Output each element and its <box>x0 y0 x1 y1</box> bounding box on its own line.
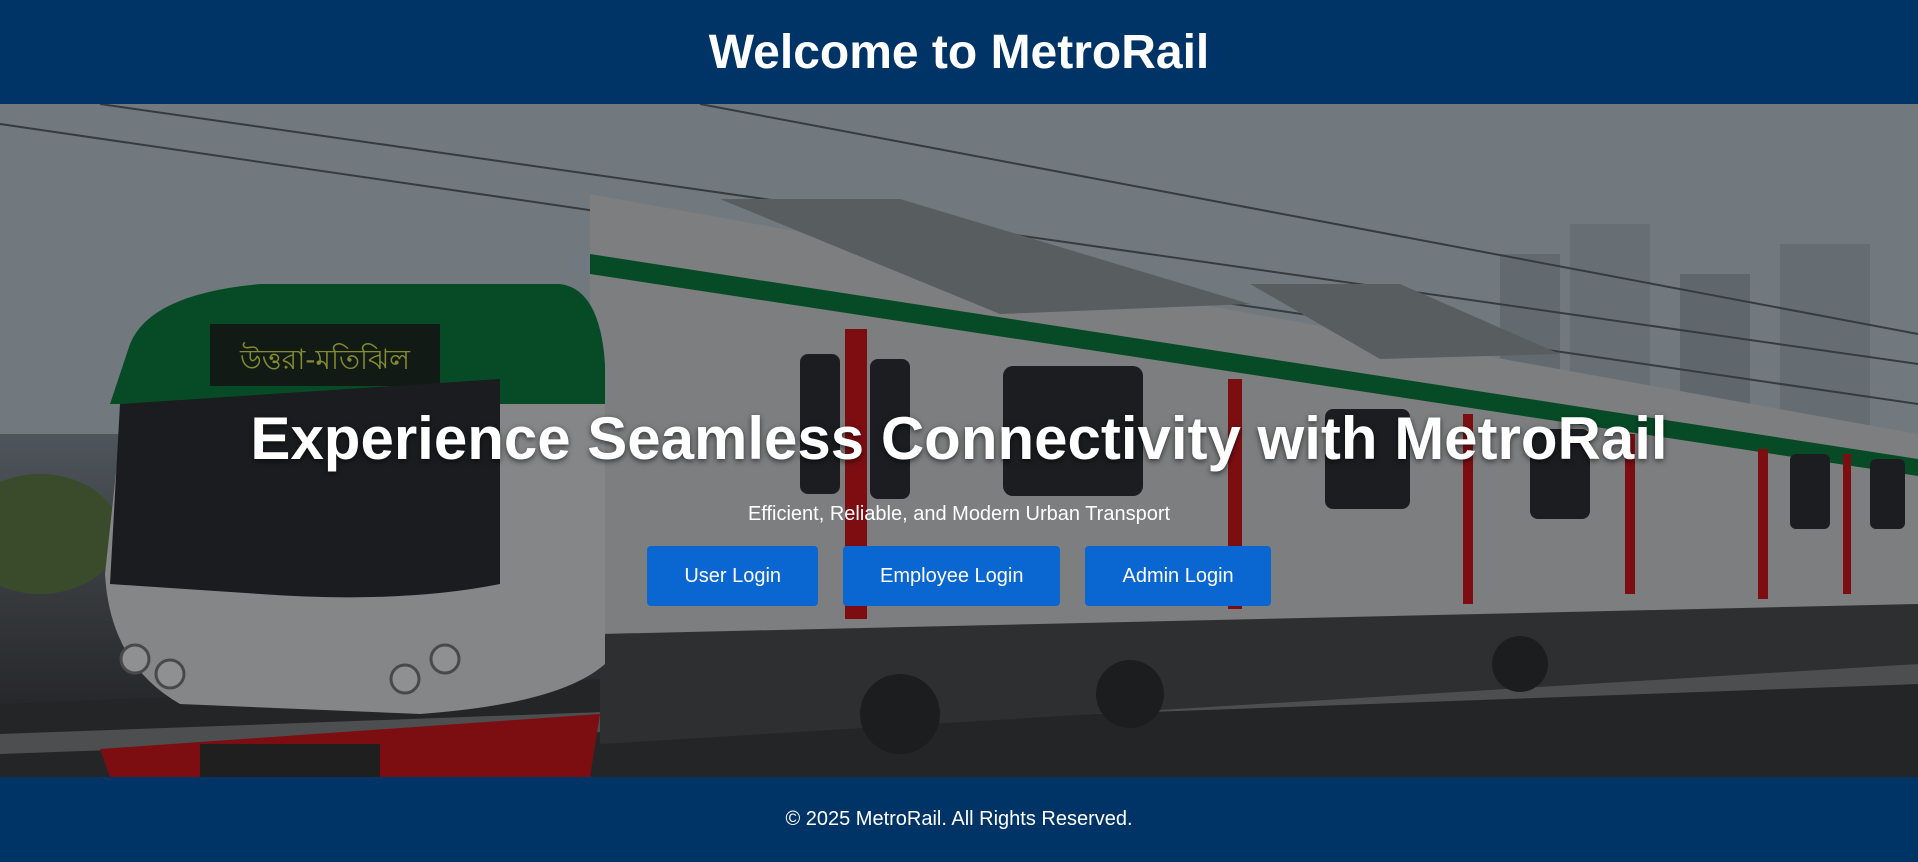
site-title: Welcome to MetroRail <box>708 25 1210 79</box>
hero-subtitle: Efficient, Reliable, and Modern Urban Tr… <box>747 503 1171 525</box>
login-button-group: User Login Employee Login Admin Login <box>0 546 1918 606</box>
hero-title: Experience Seamless Connectivity with Me… <box>250 405 1668 472</box>
hero-banner: উত্তরা-মতিঝিল Experience Seamless Connec… <box>0 104 1918 777</box>
site-header: Welcome to MetroRail <box>0 0 1918 104</box>
site-footer: © 2025 MetroRail. All Rights Reserved. <box>0 777 1918 862</box>
admin-login-button[interactable]: Admin Login <box>1085 546 1271 606</box>
hero-content: Experience Seamless Connectivity with Me… <box>0 404 1918 606</box>
copyright-text: © 2025 MetroRail. All Rights Reserved. <box>785 808 1133 830</box>
user-login-button[interactable]: User Login <box>647 546 819 606</box>
employee-login-button[interactable]: Employee Login <box>843 546 1061 606</box>
